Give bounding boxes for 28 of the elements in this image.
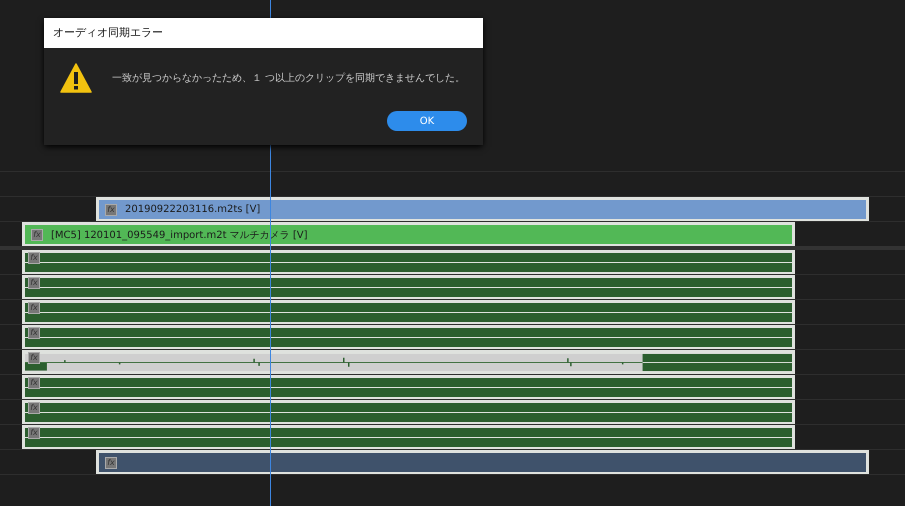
clip[interactable]: fx xyxy=(22,300,795,324)
clip[interactable]: fx xyxy=(22,375,795,399)
fx-badge[interactable]: fx xyxy=(105,204,117,216)
clip[interactable]: fx xyxy=(22,325,795,349)
fx-badge[interactable]: fx xyxy=(28,427,40,439)
ok-button[interactable]: OK xyxy=(387,111,467,131)
dialog-title: オーディオ同期エラー xyxy=(44,18,483,48)
clip[interactable]: fx xyxy=(22,250,795,274)
fx-badge[interactable]: fx xyxy=(28,327,40,339)
fx-badge[interactable]: fx xyxy=(28,252,40,264)
fx-badge[interactable]: fx xyxy=(28,377,40,389)
fx-badge[interactable]: fx xyxy=(28,277,40,289)
fx-badge[interactable]: fx xyxy=(31,228,43,240)
error-message: 一致が見つからなかったため、１ つ以上のクリップを同期できませんでした。 xyxy=(112,72,466,85)
clip[interactable]: fx xyxy=(22,425,795,449)
clip[interactable]: fx xyxy=(22,350,795,374)
clip-name: [MC5] 120101_095549_import.m2t マルチカメラ [V] xyxy=(51,228,308,242)
clip[interactable]: fx 20190922203116.m2ts [V] xyxy=(96,197,869,221)
clip[interactable]: fx xyxy=(96,450,869,474)
warning-icon xyxy=(60,63,92,93)
clip-name: 20190922203116.m2ts [V] xyxy=(125,204,260,215)
fx-badge[interactable]: fx xyxy=(28,402,40,414)
fx-badge[interactable]: fx xyxy=(28,302,40,314)
clip[interactable]: fx xyxy=(22,275,795,299)
fx-badge[interactable]: fx xyxy=(105,456,117,468)
clip[interactable]: fx [MC5] 120101_095549_import.m2t マルチカメラ [V] xyxy=(22,222,795,246)
fx-badge[interactable]: fx xyxy=(28,352,40,364)
clip[interactable]: fx xyxy=(22,400,795,424)
